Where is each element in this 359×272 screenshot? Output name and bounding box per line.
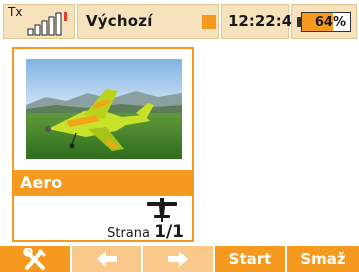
softkey-tools[interactable] bbox=[0, 246, 72, 272]
softkey-prev[interactable] bbox=[72, 246, 143, 272]
battery-percent: 64% bbox=[314, 15, 346, 30]
page-number: 1/1 bbox=[154, 222, 184, 242]
model-name-banner: Aero bbox=[14, 170, 192, 196]
model-airplane-photo bbox=[26, 59, 182, 159]
start-button[interactable]: Start bbox=[215, 246, 287, 272]
active-model-field[interactable]: Výchozí bbox=[77, 4, 219, 39]
app-screen: Tx Výchozí 12:22:42 64% Aero Strana 1/1 … bbox=[0, 0, 359, 272]
arrow-right-icon bbox=[168, 251, 188, 267]
status-bar: Tx Výchozí 12:22:42 64% bbox=[0, 0, 359, 46]
softkey-bar: Start Smaž bbox=[0, 246, 359, 272]
page-prefix: Strana bbox=[107, 226, 150, 241]
page-indicator: Strana 1/1 bbox=[107, 222, 184, 242]
airplane-icon bbox=[147, 198, 177, 222]
clock-field: 12:22:42 bbox=[221, 4, 303, 39]
model-card-footer: Strana 1/1 bbox=[14, 196, 192, 242]
battery-icon: 64% bbox=[301, 12, 351, 32]
signal-bars-icon bbox=[27, 12, 67, 36]
photo-frame bbox=[14, 49, 192, 170]
wrench-screwdriver-icon bbox=[23, 248, 47, 270]
model-name-text: Výchozí bbox=[86, 12, 153, 30]
arrow-left-icon bbox=[96, 251, 117, 267]
model-color-square bbox=[202, 15, 216, 29]
tx-label: Tx bbox=[8, 5, 23, 19]
model-card[interactable]: Aero Strana 1/1 bbox=[12, 47, 194, 242]
battery-indicator: 64% bbox=[291, 4, 357, 39]
delete-button[interactable]: Smaž bbox=[287, 246, 359, 272]
softkey-next[interactable] bbox=[143, 246, 215, 272]
tx-signal-indicator: Tx bbox=[3, 4, 75, 39]
